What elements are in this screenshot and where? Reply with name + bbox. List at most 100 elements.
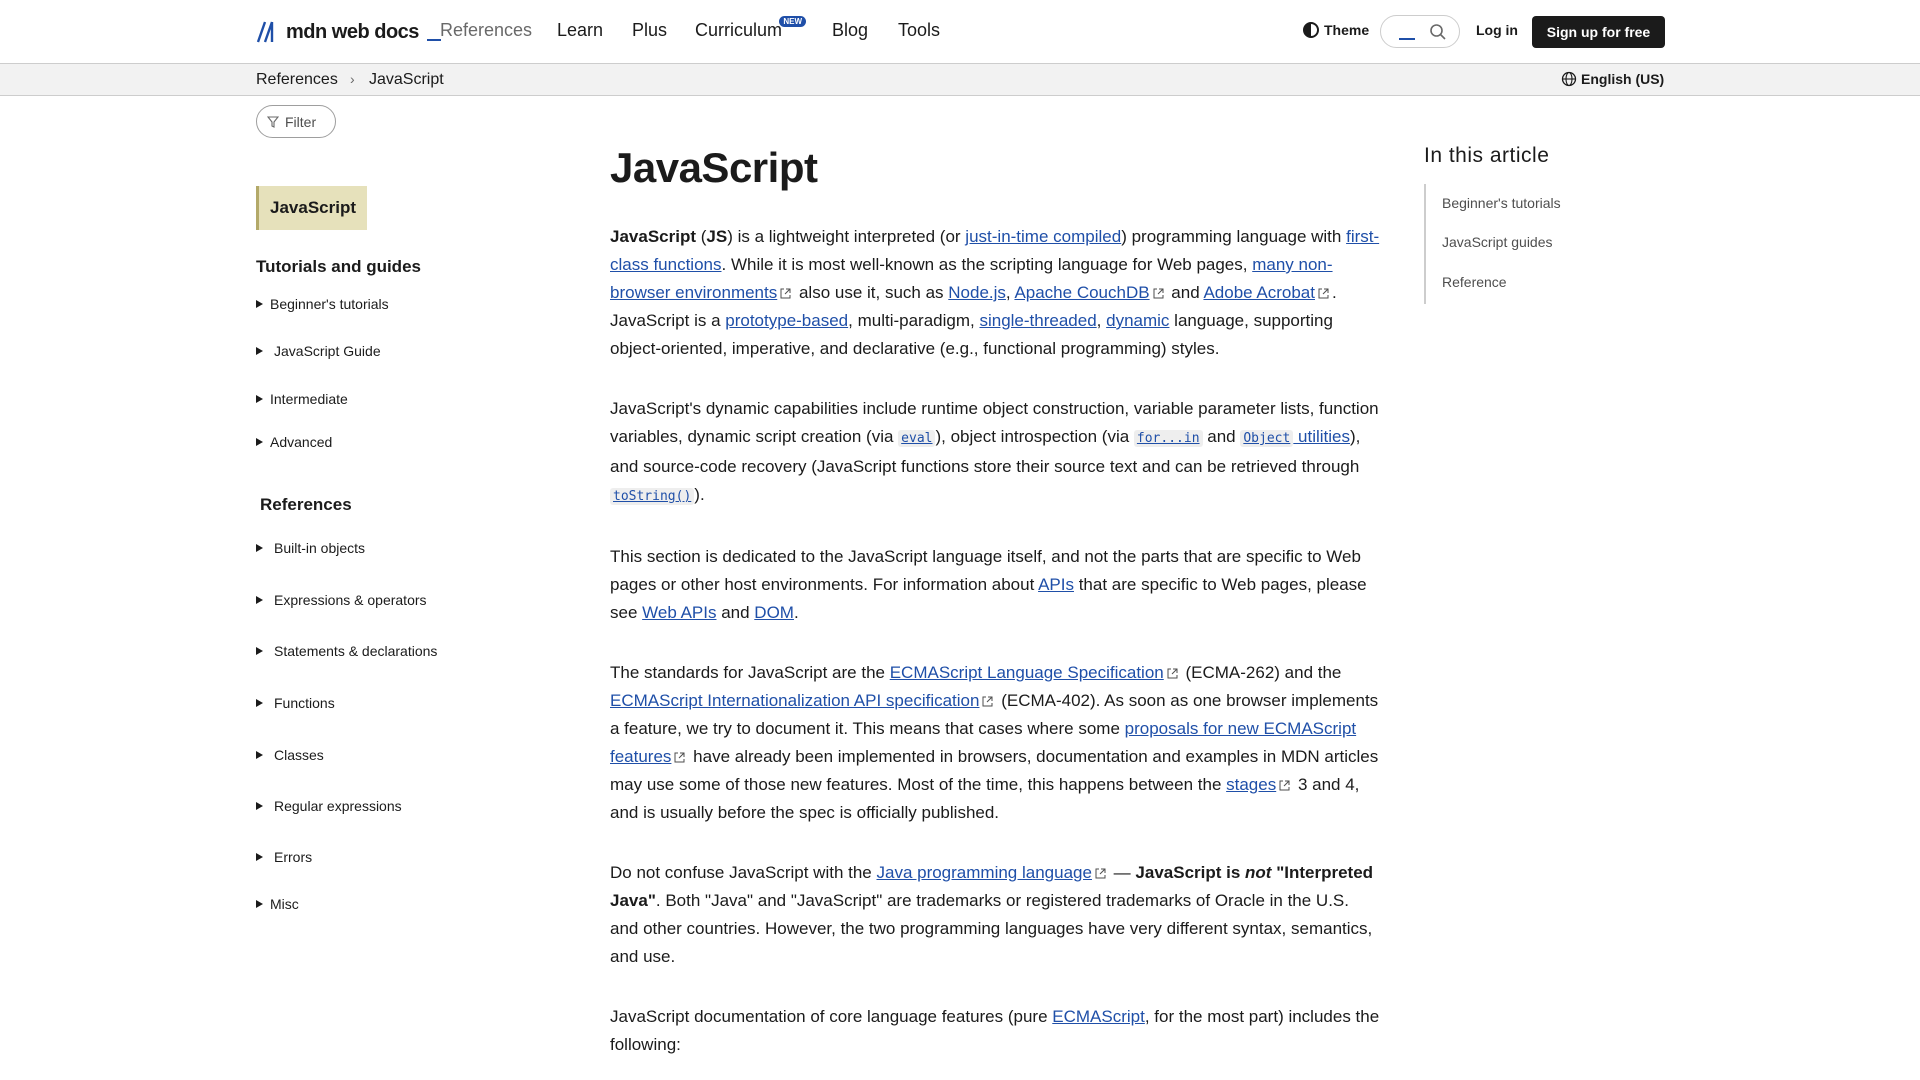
- text: and: [1166, 283, 1204, 302]
- sidebar-item-intermediate[interactable]: Intermediate: [256, 391, 348, 407]
- text: (: [696, 227, 707, 246]
- language-switcher[interactable]: English (US): [1561, 71, 1664, 87]
- link-jit-compiled[interactable]: just-in-time compiled: [965, 227, 1121, 246]
- expand-triangle-icon: [256, 347, 263, 355]
- link-stages[interactable]: stages: [1226, 775, 1276, 794]
- sidebar-item-label: Beginner's tutorials: [270, 296, 389, 312]
- bold-text: JavaScript: [610, 227, 696, 246]
- signup-button[interactable]: Sign up for free: [1532, 16, 1665, 48]
- scope-paragraph: This section is dedicated to the JavaScr…: [610, 543, 1380, 627]
- link-eval[interactable]: eval: [901, 431, 932, 446]
- text: ,: [1096, 311, 1107, 330]
- link-dynamic[interactable]: dynamic: [1106, 311, 1169, 330]
- sidebar-item-misc[interactable]: Misc: [256, 896, 299, 912]
- java-confusion-paragraph: Do not confuse JavaScript with the Java …: [610, 859, 1380, 971]
- logo-cursor: [426, 39, 441, 41]
- nav-plus[interactable]: Plus: [632, 20, 667, 41]
- theme-contrast-icon: [1303, 22, 1319, 38]
- expand-triangle-icon: [256, 596, 263, 604]
- sidebar-item-label: Functions: [274, 695, 335, 711]
- toc-item-javascript-guides[interactable]: JavaScript guides: [1442, 234, 1553, 250]
- sidebar-item-errors[interactable]: Errors: [256, 849, 312, 865]
- link-apis[interactable]: APIs: [1038, 575, 1074, 594]
- external-link-icon: [1153, 288, 1164, 299]
- nav-curriculum-label: Curriculum: [695, 20, 783, 40]
- login-link[interactable]: Log in: [1476, 22, 1518, 38]
- code-tostring: toString(): [610, 488, 695, 505]
- nav-blog[interactable]: Blog: [832, 20, 868, 41]
- text: and: [1202, 427, 1241, 446]
- sidebar-filter-button[interactable]: Filter: [256, 105, 336, 138]
- sidebar-item-label: JavaScript Guide: [274, 343, 381, 359]
- bold-text: JS: [706, 227, 728, 246]
- language-label: English (US): [1581, 71, 1665, 87]
- sidebar-item-javascript[interactable]: JavaScript: [256, 186, 367, 230]
- nav-tools[interactable]: Tools: [898, 20, 940, 41]
- external-link-icon: [982, 696, 993, 707]
- link-single-threaded[interactable]: single-threaded: [979, 311, 1096, 330]
- toc-divider: [1424, 184, 1426, 304]
- breadcrumb-javascript[interactable]: JavaScript: [369, 71, 444, 89]
- nav-references[interactable]: References: [440, 20, 532, 41]
- link-dom[interactable]: DOM: [754, 603, 794, 622]
- toc-item-beginners-tutorials[interactable]: Beginner's tutorials: [1442, 195, 1561, 211]
- toc-item-reference[interactable]: Reference: [1442, 274, 1507, 290]
- expand-triangle-icon: [256, 699, 263, 707]
- sidebar-item-label: Expressions & operators: [274, 592, 427, 608]
- link-ecmascript-language-spec[interactable]: ECMAScript Language Specification: [890, 663, 1164, 682]
- sidebar-item-classes[interactable]: Classes: [256, 747, 324, 763]
- text: —: [1108, 863, 1136, 882]
- link-java-language[interactable]: Java programming language: [876, 863, 1091, 882]
- text: . While it is most well-known as the scr…: [721, 255, 1253, 274]
- text: ).: [694, 485, 705, 504]
- expand-triangle-icon: [256, 751, 263, 759]
- link-tostring[interactable]: toString(): [613, 489, 691, 504]
- search-input[interactable]: [1380, 15, 1460, 48]
- code-object: Object: [1240, 430, 1294, 447]
- filter-label: Filter: [285, 113, 317, 130]
- sidebar-item-regular-expressions[interactable]: Regular expressions: [256, 798, 402, 814]
- core-docs-paragraph: JavaScript documentation of core languag…: [610, 1003, 1380, 1059]
- code-for-in: for...in: [1133, 430, 1203, 447]
- breadcrumb-references[interactable]: References: [256, 71, 338, 89]
- theme-button[interactable]: Theme: [1303, 22, 1369, 38]
- search-icon[interactable]: [1429, 23, 1447, 41]
- sidebar-item-label: Built-in objects: [274, 540, 366, 556]
- expand-triangle-icon: [256, 300, 263, 308]
- text: also use it, such as: [794, 283, 949, 302]
- sidebar-item-functions[interactable]: Functions: [256, 695, 335, 711]
- link-ecmascript[interactable]: ECMAScript: [1052, 1007, 1145, 1026]
- sidebar-item-built-in-objects[interactable]: Built-in objects: [256, 540, 365, 556]
- dynamic-capabilities-paragraph: JavaScript's dynamic capabilities includ…: [610, 395, 1380, 511]
- text: .: [793, 603, 799, 622]
- sidebar-item-label: Misc: [270, 896, 299, 912]
- link-for-in[interactable]: for...in: [1137, 431, 1200, 446]
- sidebar-item-statements-declarations[interactable]: Statements & declarations: [256, 643, 437, 659]
- expand-triangle-icon: [256, 802, 263, 810]
- mdn-logo[interactable]: mdn web docs: [256, 20, 441, 44]
- text: Do not confuse JavaScript with the: [610, 863, 877, 882]
- nav-learn[interactable]: Learn: [557, 20, 603, 41]
- new-badge: NEW: [779, 16, 807, 27]
- sidebar-item-expressions-operators[interactable]: Expressions & operators: [256, 592, 427, 608]
- link-apache-couchdb[interactable]: Apache CouchDB: [1014, 283, 1149, 302]
- sidebar-item-beginners-tutorials[interactable]: Beginner's tutorials: [256, 296, 389, 312]
- sidebar-item-label: Regular expressions: [274, 798, 402, 814]
- link-prototype-based[interactable]: prototype-based: [725, 311, 848, 330]
- external-link-icon: [780, 288, 791, 299]
- code-eval: eval: [898, 430, 936, 447]
- expand-triangle-icon: [256, 900, 263, 908]
- nav-curriculum[interactable]: Curriculum NEW: [695, 16, 807, 41]
- link-object-utilities[interactable]: utilities: [1293, 427, 1350, 446]
- sidebar-heading-references: References: [260, 495, 352, 514]
- sidebar-item-advanced[interactable]: Advanced: [256, 434, 332, 450]
- sidebar-item-javascript-guide[interactable]: JavaScript Guide: [256, 343, 381, 359]
- link-web-apis[interactable]: Web APIs: [642, 603, 716, 622]
- link-ecmascript-intl-api-spec[interactable]: ECMAScript Internationalization API spec…: [610, 691, 979, 710]
- link-object[interactable]: Object: [1243, 431, 1290, 446]
- intro-paragraph: JavaScript (JS) is a lightweight interpr…: [610, 223, 1380, 363]
- link-nodejs[interactable]: Node.js: [948, 283, 1006, 302]
- link-adobe-acrobat[interactable]: Adobe Acrobat: [1203, 283, 1315, 302]
- text: ), object introspection (via: [935, 427, 1134, 446]
- mdn-m-icon: [256, 21, 274, 43]
